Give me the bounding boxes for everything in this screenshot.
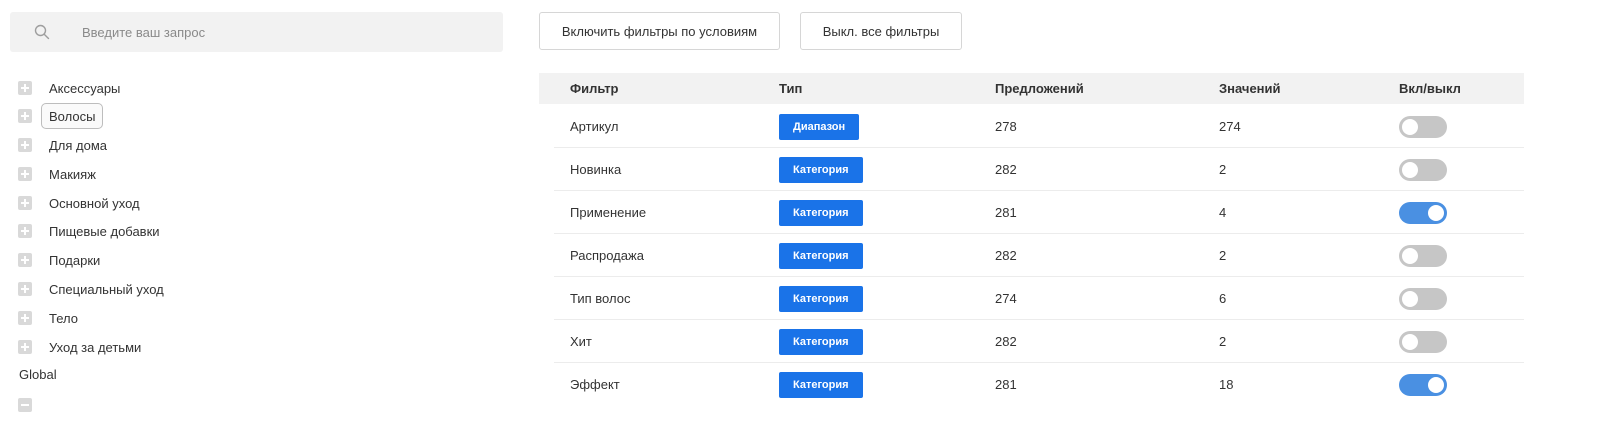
tree-item-basic-care[interactable]: Основной уход — [18, 190, 148, 216]
offers-count: 282 — [995, 162, 1017, 177]
values-count: 4 — [1219, 205, 1227, 220]
filter-name: Эффект — [570, 377, 620, 392]
tree-item-makeup[interactable]: Макияж — [18, 161, 104, 187]
tree-item-label[interactable]: Подарки — [41, 247, 108, 273]
offers-count: 274 — [995, 291, 1017, 306]
values-count: 2 — [1219, 248, 1227, 263]
type-badge: Диапазон — [779, 114, 860, 140]
toggle-knob — [1402, 162, 1418, 178]
offers-count: 281 — [995, 377, 1017, 392]
plus-icon[interactable] — [18, 196, 32, 210]
search-box[interactable] — [10, 12, 503, 52]
offers-count: 281 — [995, 205, 1017, 220]
tree-item-label[interactable]: Специальный уход — [41, 276, 172, 302]
plus-icon[interactable] — [18, 282, 32, 296]
header-values: Значений — [1219, 81, 1281, 96]
toggle-knob — [1428, 377, 1444, 393]
offers-count: 282 — [995, 248, 1017, 263]
plus-icon[interactable] — [18, 81, 32, 95]
filter-name: Применение — [570, 205, 647, 220]
toggle-knob — [1428, 205, 1444, 221]
filter-name: Артикул — [570, 119, 619, 134]
tree-item-accessories[interactable]: Аксессуары — [18, 75, 128, 101]
header-offers: Предложений — [995, 81, 1084, 96]
type-badge: Категория — [779, 286, 863, 312]
filters-page: Аксессуары Волосы Для дома Макияж Основн… — [0, 0, 1599, 429]
table-header: Фильтр Тип Предложений Значений Вкл/выкл — [539, 73, 1524, 104]
tree-item-label[interactable]: Пищевые добавки — [41, 218, 168, 244]
filter-name: Новинка — [570, 162, 622, 177]
type-badge: Категория — [779, 372, 863, 398]
plus-icon[interactable] — [18, 109, 32, 123]
tree-item-label[interactable]: Для дома — [41, 132, 115, 158]
plus-icon[interactable] — [18, 311, 32, 325]
plus-icon[interactable] — [18, 340, 32, 354]
search-icon — [34, 24, 50, 40]
toggle-knob — [1402, 291, 1418, 307]
filter-toggle[interactable] — [1399, 374, 1447, 396]
values-count: 2 — [1219, 334, 1227, 349]
tree-item-label[interactable]: Уход за детьми — [41, 334, 149, 360]
table-row: Новинка Категория 282 2 — [554, 148, 1524, 191]
tree-item-label[interactable]: Волосы — [41, 103, 104, 129]
global-label: Global — [19, 367, 57, 382]
tree-item-supplements[interactable]: Пищевые добавки — [18, 218, 168, 244]
filter-name: Распродажа — [570, 248, 644, 263]
table-row: Распродажа Категория 282 2 — [554, 234, 1524, 277]
table-row: Применение Категория 281 4 — [554, 191, 1524, 234]
tree-item-label[interactable]: Тело — [41, 305, 86, 331]
table-row: Артикул Диапазон 278 274 — [554, 105, 1524, 148]
tree-item-label[interactable]: Макияж — [41, 161, 104, 187]
filter-name: Хит — [570, 334, 592, 349]
tree-item-label[interactable]: Аксессуары — [41, 75, 128, 101]
filter-toggle[interactable] — [1399, 159, 1447, 181]
plus-icon[interactable] — [18, 224, 32, 238]
tree-item-special-care[interactable]: Специальный уход — [18, 276, 172, 302]
filter-toggle[interactable] — [1399, 288, 1447, 310]
toggle-knob — [1402, 119, 1418, 135]
filter-toggle[interactable] — [1399, 331, 1447, 353]
offers-count: 278 — [995, 119, 1017, 134]
header-filter: Фильтр — [570, 81, 619, 96]
type-badge: Категория — [779, 243, 863, 269]
table-row: Хит Категория 282 2 — [554, 320, 1524, 363]
type-badge: Категория — [779, 329, 863, 355]
values-count: 274 — [1219, 119, 1241, 134]
filter-toggle[interactable] — [1399, 116, 1447, 138]
plus-icon[interactable] — [18, 138, 32, 152]
disable-all-filters-button[interactable]: Выкл. все фильтры — [800, 12, 962, 50]
tree-item-gifts[interactable]: Подарки — [18, 247, 108, 273]
plus-icon[interactable] — [18, 253, 32, 267]
tree-item-baby-care[interactable]: Уход за детьми — [18, 334, 149, 360]
toggle-knob — [1402, 248, 1418, 264]
search-input[interactable] — [70, 12, 490, 52]
values-count: 2 — [1219, 162, 1227, 177]
header-type: Тип — [779, 81, 803, 96]
plus-icon[interactable] — [18, 167, 32, 181]
tree-item-home[interactable]: Для дома — [18, 132, 115, 158]
enable-conditional-filters-button[interactable]: Включить фильтры по условиям — [539, 12, 780, 50]
minus-icon[interactable] — [18, 398, 32, 412]
table-row: Эффект Категория 281 18 — [554, 363, 1524, 406]
toggle-knob — [1402, 334, 1418, 350]
filter-toggle[interactable] — [1399, 202, 1447, 224]
filter-toggle[interactable] — [1399, 245, 1447, 267]
values-count: 18 — [1219, 377, 1234, 392]
tree-item-hair[interactable]: Волосы — [18, 103, 104, 129]
offers-count: 282 — [995, 334, 1017, 349]
tree-item-label[interactable]: Основной уход — [41, 190, 148, 216]
tree-item-body[interactable]: Тело — [18, 305, 86, 331]
values-count: 6 — [1219, 291, 1227, 306]
filter-name: Тип волос — [570, 291, 631, 306]
type-badge: Категория — [779, 200, 863, 226]
type-badge: Категория — [779, 157, 863, 183]
table-row: Тип волос Категория 274 6 — [554, 277, 1524, 320]
header-toggle: Вкл/выкл — [1399, 81, 1461, 96]
